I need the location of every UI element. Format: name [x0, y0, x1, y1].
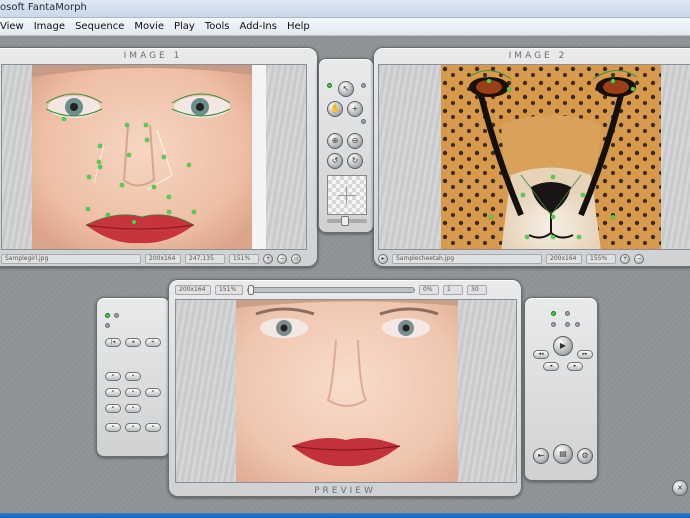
image2-zoom-in-icon[interactable]: + — [620, 253, 630, 264]
preview-percent: 0% — [419, 284, 439, 295]
image2-size: 200x164 — [546, 253, 582, 264]
prev-frame-button[interactable]: ◂ — [543, 362, 559, 371]
image2-infobar: ▸ Samplecheetah.jpg 200x164 155% + − — [378, 253, 690, 264]
point-tool-6-button[interactable]: • — [105, 404, 121, 413]
point-tool-8-button[interactable]: • — [105, 423, 121, 432]
image1-canvas[interactable] — [1, 64, 307, 250]
rewind-button[interactable]: ◂◂ — [533, 350, 549, 359]
source-face-image — [32, 65, 252, 249]
point-tool-5-button[interactable]: • — [145, 388, 161, 397]
status-bar — [0, 513, 690, 518]
preview-title: PREVIEW — [314, 486, 376, 496]
menu-image[interactable]: Image — [34, 21, 65, 32]
image1-zoom-out-icon[interactable]: − — [277, 253, 287, 264]
image1-fit-icon[interactable]: ▫ — [291, 253, 301, 264]
menu-bar: View Image Sequence Movie Play Tools Add… — [0, 18, 690, 36]
point-tool-1-button[interactable]: • — [105, 372, 121, 381]
image2-title: IMAGE 2 — [508, 51, 568, 61]
timeline-slider[interactable] — [247, 284, 415, 295]
image2-filename: Samplecheetah.jpg — [392, 253, 542, 264]
preview-toolbar: 200x164 151% 0% 1 30 — [175, 284, 515, 295]
menu-movie[interactable]: Movie — [134, 21, 164, 32]
select-tool-button[interactable]: ↖ — [338, 81, 354, 97]
image1-filename: Samplegirl.jpg — [1, 253, 141, 264]
image1-infobar: Samplegirl.jpg 200x164 247,135 151% + − … — [1, 253, 311, 264]
export-icon: ⇤ — [537, 451, 545, 460]
save-movie-button[interactable]: ▤ — [553, 444, 573, 464]
magnifier-minus-icon: ⊖ — [351, 136, 359, 145]
navigator-slider[interactable] — [327, 216, 367, 226]
magnifier-icon: ⊕ — [331, 136, 339, 145]
plus-icon: + — [351, 104, 359, 113]
menu-add-ins[interactable]: Add-Ins — [240, 21, 277, 32]
menu-help[interactable]: Help — [287, 21, 310, 32]
settings-button[interactable]: ⚙ — [577, 448, 593, 464]
image2-play-icon[interactable]: ▸ — [378, 253, 388, 264]
preview-size: 200x164 — [175, 284, 211, 295]
preview-frame[interactable]: 1 — [443, 284, 463, 295]
image1-coords: 247,135 — [185, 253, 225, 264]
preview-canvas — [175, 299, 517, 483]
point-tool-9-button[interactable]: • — [125, 423, 141, 432]
add-keyframe-button[interactable]: + — [145, 338, 161, 347]
zoom-in-button[interactable]: ⊕ — [327, 133, 343, 149]
point-tool-10-button[interactable]: • — [145, 423, 161, 432]
close-icon: × — [676, 483, 684, 492]
fast-forward-button[interactable]: ▸▸ — [577, 350, 593, 359]
image1-zoom[interactable]: 151% — [229, 253, 259, 264]
redo-icon: ↻ — [351, 156, 359, 165]
hand-icon: ✋ — [330, 104, 340, 113]
first-keyframe-button[interactable]: |◂ — [105, 338, 121, 347]
next-frame-button[interactable]: ▸ — [567, 362, 583, 371]
play-icon: ▶ — [559, 341, 567, 350]
pointer-icon: ↖ — [342, 84, 350, 93]
menu-sequence[interactable]: Sequence — [75, 21, 124, 32]
tool-panel: ↖ ✋ + ⊕ ⊖ ↺ ↻ — [318, 58, 374, 233]
gear-icon: ⚙ — [581, 451, 589, 460]
preview-zoom[interactable]: 151% — [215, 284, 243, 295]
zoom-out-button[interactable]: ⊖ — [347, 133, 363, 149]
preview-total-frames: 30 — [467, 284, 487, 295]
corner-close-button[interactable]: × — [672, 480, 688, 496]
image2-zoom-out-icon[interactable]: − — [634, 253, 644, 264]
undo-button[interactable]: ↺ — [327, 153, 343, 169]
target-cheetah-image — [441, 65, 661, 249]
point-tool-3-button[interactable]: • — [105, 388, 121, 397]
window-title: osoft FantaMorph — [0, 2, 87, 13]
menu-play[interactable]: Play — [174, 21, 195, 32]
playback-panel: ▶ ◂◂ ▸▸ ◂ ▸ ⇤ ▤ ⚙ — [524, 297, 598, 481]
export-button[interactable]: ⇤ — [533, 448, 549, 464]
image2-canvas[interactable] — [378, 64, 690, 250]
left-control-panel: |◂ ◂ + • • • • • • • • • • — [96, 297, 170, 457]
title-bar: osoft FantaMorph — [0, 0, 690, 18]
image1-panel: IMAGE 1 Samplegirl.jpg 200x164 247,135 1… — [0, 47, 318, 267]
point-tool-2-button[interactable]: • — [125, 372, 141, 381]
point-tool-4-button[interactable]: • — [125, 388, 141, 397]
film-icon: ▤ — [559, 449, 567, 458]
image1-zoom-in-icon[interactable]: + — [263, 253, 273, 264]
undo-icon: ↺ — [331, 156, 339, 165]
menu-view[interactable]: View — [0, 21, 24, 32]
preview-panel: 200x164 151% 0% 1 30 PREVIEW — [168, 279, 522, 497]
pan-tool-button[interactable]: ✋ — [327, 101, 343, 117]
point-tool-7-button[interactable]: • — [125, 404, 141, 413]
image2-zoom[interactable]: 155% — [586, 253, 616, 264]
image1-size: 200x164 — [145, 253, 181, 264]
image1-title: IMAGE 1 — [123, 51, 183, 61]
play-button[interactable]: ▶ — [553, 336, 573, 356]
navigator-thumbnail[interactable] — [327, 175, 367, 215]
redo-button[interactable]: ↻ — [347, 153, 363, 169]
add-point-button[interactable]: + — [347, 101, 363, 117]
image2-panel: IMAGE 2 ▸ Samplecheetah.jpg 200x164 155%… — [373, 47, 690, 267]
morph-preview-image — [236, 300, 458, 482]
menu-tools[interactable]: Tools — [205, 21, 230, 32]
prev-keyframe-button[interactable]: ◂ — [125, 338, 141, 347]
